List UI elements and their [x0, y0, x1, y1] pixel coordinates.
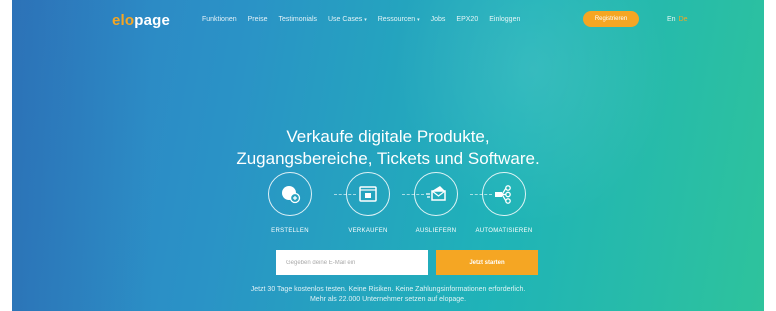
lang-de-link[interactable]: De	[679, 16, 688, 23]
headline-line-2: Zugangsbereiche, Tickets und Software.	[236, 149, 540, 168]
logo-prefix: elo	[112, 12, 135, 29]
step-label: ERSTELLEN	[271, 228, 309, 234]
elopage-logo[interactable]: elopage	[112, 12, 170, 29]
deliver-icon	[414, 172, 458, 216]
process-steps: ERSTELLEN VERKAUFEN AUSLIEFERN AUTOMATIS…	[12, 172, 764, 242]
language-switch: En De	[667, 16, 688, 23]
nav-item-epx20[interactable]: EPX20	[456, 16, 478, 23]
lang-en-link[interactable]: En	[667, 16, 676, 23]
hero-section: elopage Funktionen Preise Testimonials U…	[12, 0, 764, 311]
nav-item-preise[interactable]: Preise	[248, 16, 268, 23]
nav-item-use-cases-label: Use Cases	[328, 16, 363, 23]
sell-icon	[346, 172, 390, 216]
chevron-down-icon: ▾	[417, 17, 420, 23]
fineprint-line-2: Mehr als 22.000 Unternehmer setzen auf e…	[309, 296, 467, 303]
hero-headline: Verkaufe digitale Produkte, Zugangsberei…	[12, 126, 764, 170]
nav-links: Funktionen Preise Testimonials Use Cases…	[202, 16, 531, 23]
nav-item-ressourcen-label: Ressourcen	[377, 16, 416, 23]
step-automatisieren: AUTOMATISIEREN	[459, 172, 549, 234]
nav-item-einloggen[interactable]: Einloggen	[489, 16, 520, 23]
start-button[interactable]: Jetzt starten	[436, 250, 538, 275]
top-navigation: elopage Funktionen Preise Testimonials U…	[12, 0, 764, 40]
create-icon	[268, 172, 312, 216]
step-erstellen: ERSTELLEN	[245, 172, 335, 234]
trial-fineprint: Jetzt 30 Tage kostenlos testen. Keine Ri…	[12, 285, 764, 305]
chevron-down-icon: ▾	[364, 17, 367, 23]
automate-icon	[482, 172, 526, 216]
email-input[interactable]	[276, 250, 428, 275]
register-button[interactable]: Registrieren	[583, 11, 639, 27]
step-label: AUTOMATISIEREN	[475, 228, 533, 234]
logo-suffix: page	[134, 12, 171, 29]
fineprint-line-1: Jetzt 30 Tage kostenlos testen. Keine Ri…	[250, 286, 526, 293]
headline-line-1: Verkaufe digitale Produkte,	[286, 127, 490, 146]
nav-item-ressourcen[interactable]: Ressourcen ▾	[378, 16, 420, 23]
nav-item-testimonials[interactable]: Testimonials	[278, 16, 317, 23]
nav-item-use-cases[interactable]: Use Cases ▾	[328, 16, 367, 23]
nav-item-funktionen[interactable]: Funktionen	[202, 16, 237, 23]
nav-item-jobs[interactable]: Jobs	[431, 16, 446, 23]
